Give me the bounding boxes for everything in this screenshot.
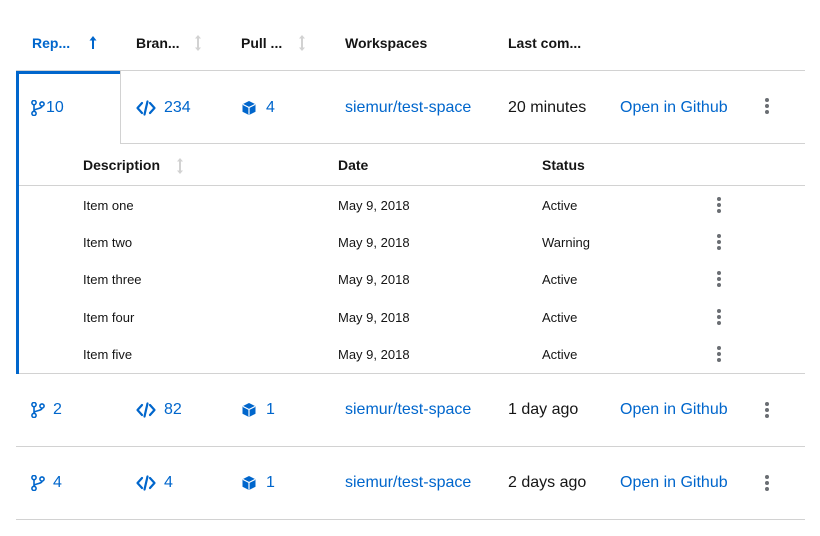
expanded-row-region: 10 234 4 siemur/test-space 20 minutes Op…	[16, 71, 805, 374]
kebab-icon[interactable]	[709, 230, 729, 254]
code-icon	[136, 475, 156, 491]
repositories-count: 2	[53, 401, 62, 418]
pull-requests-cell[interactable]: 1	[241, 447, 275, 519]
last-commit-text: 1 day ago	[508, 401, 579, 418]
kebab-icon[interactable]	[709, 305, 729, 329]
kebab-icon[interactable]	[757, 398, 777, 422]
open-in-github-link[interactable]: Open in Github	[620, 447, 728, 519]
branches-count: 82	[164, 401, 182, 418]
open-in-github-link[interactable]: Open in Github	[620, 374, 728, 446]
repositories-cell[interactable]: 2	[31, 374, 62, 446]
nested-column-description[interactable]: Description	[83, 157, 160, 173]
kebab-icon[interactable]	[709, 342, 729, 366]
sort-icon[interactable]	[192, 34, 204, 52]
nested-column-date: Date	[338, 157, 369, 173]
pull-requests-count: 1	[266, 474, 275, 491]
branches-cell[interactable]: 4	[136, 447, 173, 519]
workspace-link[interactable]: siemur/test-space	[345, 374, 471, 446]
column-header-repositories[interactable]: Rep...	[32, 35, 70, 51]
pull-requests-count: 1	[266, 401, 275, 418]
code-icon	[136, 402, 156, 418]
code-icon	[136, 99, 156, 116]
branches-count: 4	[164, 474, 173, 491]
nested-date: May 9, 2018	[338, 272, 410, 287]
table-row: 2 82 1 siemur/test-space 1 day ago Open …	[16, 374, 805, 447]
code-branch-icon	[31, 402, 45, 418]
column-header-pull-requests[interactable]: Pull ...	[241, 35, 282, 51]
table-header: Rep... Bran... Pull ... Workspaces Last …	[16, 0, 805, 71]
kebab-icon[interactable]	[709, 193, 729, 217]
branches-count: 234	[164, 98, 191, 116]
nested-table-row: Item one May 9, 2018 Active	[19, 187, 805, 224]
repositories-count: 4	[53, 474, 62, 491]
nested-description: Item one	[83, 198, 134, 213]
nested-table-row: Item four May 9, 2018 Active	[19, 299, 805, 336]
nested-status: Warning	[542, 235, 590, 250]
repositories-count: 10	[46, 98, 64, 116]
column-header-workspaces[interactable]: Workspaces	[345, 35, 427, 51]
nested-description: Item four	[83, 310, 135, 325]
open-in-github-link[interactable]: Open in Github	[620, 71, 728, 144]
nested-table-row: Item five May 9, 2018 Active	[19, 336, 805, 373]
table-row: 4 4 1 siemur/test-space 2 days ago Open …	[16, 447, 805, 520]
cube-icon	[242, 100, 256, 115]
nested-status: Active	[542, 310, 578, 325]
cube-icon	[242, 403, 256, 417]
nested-status: Active	[542, 272, 578, 287]
kebab-icon[interactable]	[709, 267, 729, 291]
nested-description: Item five	[83, 347, 133, 362]
branches-cell[interactable]: 234	[136, 71, 191, 144]
sort-icon[interactable]	[174, 157, 186, 175]
branches-cell[interactable]: 82	[136, 374, 182, 446]
repositories-cell[interactable]: 10	[31, 71, 64, 144]
cube-icon	[242, 476, 256, 490]
kebab-icon[interactable]	[757, 471, 777, 495]
nested-status: Active	[542, 347, 578, 362]
repositories-cell[interactable]: 4	[31, 447, 62, 519]
sort-ascending-icon[interactable]	[87, 34, 99, 52]
sort-icon[interactable]	[296, 34, 308, 52]
column-header-last-commit[interactable]: Last com...	[508, 35, 581, 51]
nested-date: May 9, 2018	[338, 235, 410, 250]
code-branch-icon	[31, 475, 45, 491]
column-header-branches[interactable]: Bran...	[136, 35, 180, 51]
nested-status: Active	[542, 198, 578, 213]
code-branch-icon	[31, 99, 45, 116]
nested-description: Item two	[83, 235, 133, 250]
last-commit-text: 20 minutes	[508, 98, 587, 116]
nested-date: May 9, 2018	[338, 347, 410, 362]
kebab-icon[interactable]	[757, 94, 777, 118]
nested-table-row: Item two May 9, 2018 Warning	[19, 224, 805, 261]
nested-table-row: Item three May 9, 2018 Active	[19, 261, 805, 298]
nested-date: May 9, 2018	[338, 310, 410, 325]
nested-column-status: Status	[542, 157, 585, 173]
pull-requests-cell[interactable]: 1	[241, 374, 275, 446]
workspace-link[interactable]: siemur/test-space	[345, 447, 471, 519]
last-commit-text: 2 days ago	[508, 474, 587, 491]
divider	[120, 71, 121, 144]
workspace-link[interactable]: siemur/test-space	[345, 71, 471, 144]
pull-requests-cell[interactable]: 4	[241, 71, 275, 144]
nested-table-header: Description Date Status	[19, 144, 805, 186]
pull-requests-count: 4	[266, 98, 275, 116]
nested-description: Item three	[83, 272, 142, 287]
nested-date: May 9, 2018	[338, 198, 410, 213]
